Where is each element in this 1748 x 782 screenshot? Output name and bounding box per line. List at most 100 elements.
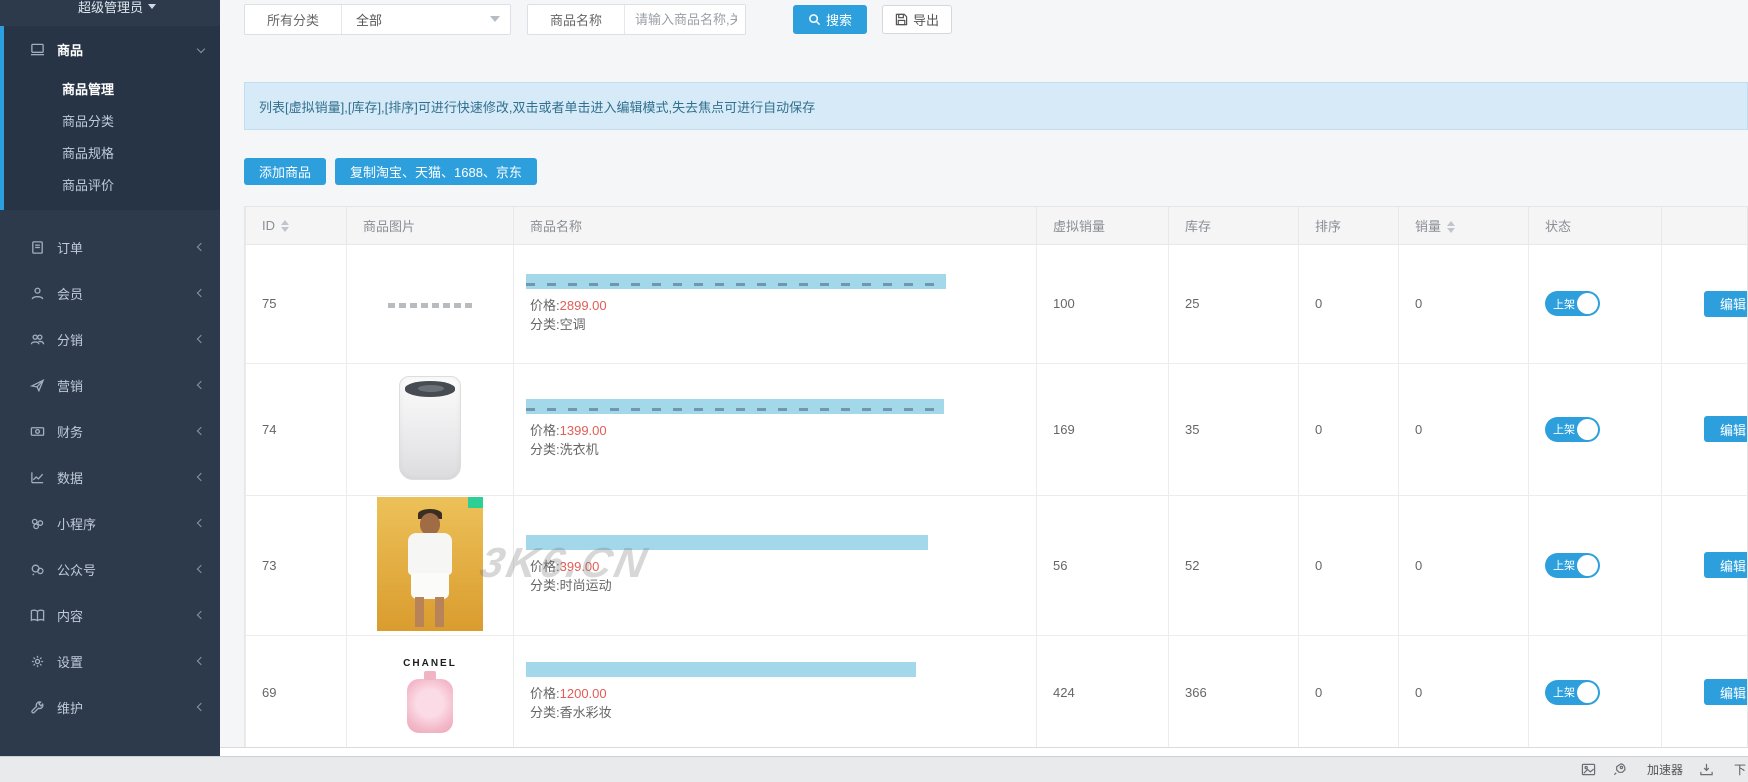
copy-products-button[interactable]: 复制淘宝、天猫、1688、京东	[335, 158, 537, 185]
sidebar-item-content[interactable]: 内容	[0, 592, 220, 638]
action-buttons: 添加商品 复制淘宝、天猫、1688、京东	[244, 158, 537, 185]
cell-stock[interactable]: 35	[1169, 363, 1299, 495]
col-image: 商品图片	[363, 219, 415, 234]
product-photo-placeholder	[388, 303, 472, 308]
sidebar-item-data[interactable]: 数据	[0, 454, 220, 500]
cell-sort[interactable]: 0	[1299, 495, 1399, 635]
edit-button[interactable]: 编辑	[1704, 679, 1748, 705]
sidebar-item-product-category[interactable]: 商品分类	[4, 104, 220, 136]
sidebar-item-marketing[interactable]: 营销	[0, 362, 220, 408]
col-stock: 库存	[1185, 219, 1211, 234]
add-product-button[interactable]: 添加商品	[244, 158, 326, 185]
accelerator-item[interactable]: 加速器	[1643, 761, 1683, 778]
user-icon	[30, 286, 45, 301]
toggle-knob	[1577, 293, 1598, 314]
notice-banner: 列表[虚拟销量],[库存],[排序]可进行快速修改,双击或者单击进入编辑模式,失…	[244, 82, 1748, 130]
cell-name: 价格:2899.00 分类:空调	[514, 244, 1037, 363]
sidebar-item-label: 商品	[57, 40, 83, 59]
chart-icon	[30, 470, 45, 485]
sidebar-item-product-spec[interactable]: 商品规格	[4, 136, 220, 168]
main-content: 所有分类 全部 商品名称 搜索 导出 列表[虚拟销量],[库存],[排序]可进行…	[220, 0, 1748, 748]
sidebar-item-members[interactable]: 会员	[0, 270, 220, 316]
product-image[interactable]	[347, 495, 514, 635]
status-toggle[interactable]: 上架	[1545, 417, 1600, 442]
sidebar-item-finance[interactable]: 财务	[0, 408, 220, 454]
cell-virtual-sales[interactable]: 100	[1037, 244, 1169, 363]
sidebar-item-orders[interactable]: 订单	[0, 224, 220, 270]
chevron-left-icon	[197, 657, 205, 665]
cell-sort[interactable]: 0	[1299, 244, 1399, 363]
cell-id: 75	[246, 244, 347, 363]
chevron-left-icon	[197, 289, 205, 297]
sidebar-item-product-review[interactable]: 商品评价	[4, 168, 220, 200]
chevron-left-icon	[197, 335, 205, 343]
sidebar-item-product-manage[interactable]: 商品管理	[4, 72, 220, 104]
sidebar-item-maintenance[interactable]: 维护	[0, 684, 220, 730]
sidebar-item-mini-program[interactable]: 小程序	[0, 500, 220, 546]
document-icon	[30, 240, 45, 255]
sort-id-control[interactable]	[281, 220, 289, 232]
cell-id: 74	[246, 363, 347, 495]
user-menu[interactable]: 超级管理员	[0, 0, 220, 18]
product-image[interactable]: CHANEL	[347, 635, 514, 748]
download-manager-item[interactable]: 下	[1730, 761, 1746, 778]
product-image[interactable]	[347, 363, 514, 495]
browser-status-bar: 加速器 下	[0, 756, 1748, 782]
chevron-left-icon	[197, 243, 205, 251]
gear-icon	[30, 654, 45, 669]
sort-sales-control[interactable]	[1447, 221, 1455, 233]
cell-stock[interactable]: 366	[1169, 635, 1299, 748]
category-select-value: 全部	[356, 10, 382, 29]
category-filter-label: 所有分类	[245, 5, 342, 34]
category-value: 空调	[560, 317, 586, 332]
table-header-row: ID 商品图片 商品名称 虚拟销量 库存 排序 销量 状态	[246, 207, 1748, 244]
sidebar-item-settings[interactable]: 设置	[0, 638, 220, 684]
cell-name: 价格:399.00 分类:时尚运动	[514, 495, 1037, 635]
booster-icon[interactable]	[1612, 762, 1627, 777]
cell-virtual-sales[interactable]: 56	[1037, 495, 1169, 635]
table-row: 75 价格:2899.00 分类:空调 100 25 0 0 上架 编辑	[246, 244, 1748, 363]
washing-machine-photo	[399, 376, 461, 480]
edit-button[interactable]: 编辑	[1704, 552, 1748, 578]
toggle-knob	[1577, 555, 1598, 576]
chevron-left-icon	[197, 519, 205, 527]
product-image[interactable]	[347, 244, 514, 363]
chevron-left-icon	[197, 565, 205, 573]
price-value: 1200.00	[560, 686, 607, 701]
col-id: ID	[262, 218, 275, 233]
download-icon[interactable]	[1699, 762, 1714, 777]
status-toggle[interactable]: 上架	[1545, 680, 1600, 705]
edit-button[interactable]: 编辑	[1704, 291, 1748, 317]
edit-button[interactable]: 编辑	[1704, 416, 1748, 442]
images-toggle-icon[interactable]	[1581, 762, 1596, 777]
cell-virtual-sales[interactable]: 424	[1037, 635, 1169, 748]
search-button[interactable]: 搜索	[793, 5, 867, 34]
chevron-left-icon	[197, 381, 205, 389]
cell-name: 价格:1200.00 分类:香水彩妆	[514, 635, 1037, 748]
sidebar-item-distribution[interactable]: 分销	[0, 316, 220, 362]
caret-down-icon	[148, 4, 156, 9]
category-select[interactable]: 全部	[342, 5, 510, 34]
wechat-icon	[30, 562, 45, 577]
chevron-left-icon	[197, 703, 205, 711]
cell-sort[interactable]: 0	[1299, 635, 1399, 748]
status-toggle[interactable]: 上架	[1545, 553, 1600, 578]
cell-id: 69	[246, 635, 347, 748]
cell-stock[interactable]: 25	[1169, 244, 1299, 363]
product-table: 3K6.CN ID 商品图片 商品名称 虚拟销量 库存 排序 销量 状态	[244, 206, 1748, 748]
sidebar-item-products[interactable]: 商品	[4, 26, 220, 72]
price-value: 1399.00	[560, 423, 607, 438]
sidebar-item-official-account[interactable]: 公众号	[0, 546, 220, 592]
export-button[interactable]: 导出	[882, 5, 952, 34]
perfume-bottle	[407, 679, 453, 733]
user-name: 超级管理员	[78, 0, 143, 16]
team-icon	[30, 332, 45, 347]
category-value: 时尚运动	[560, 578, 612, 593]
book-icon	[30, 608, 45, 623]
product-name-input[interactable]	[625, 5, 745, 34]
status-toggle[interactable]: 上架	[1545, 291, 1600, 316]
cell-sort[interactable]: 0	[1299, 363, 1399, 495]
cell-virtual-sales[interactable]: 169	[1037, 363, 1169, 495]
redacted-name-highlight	[526, 274, 946, 289]
cell-stock[interactable]: 52	[1169, 495, 1299, 635]
